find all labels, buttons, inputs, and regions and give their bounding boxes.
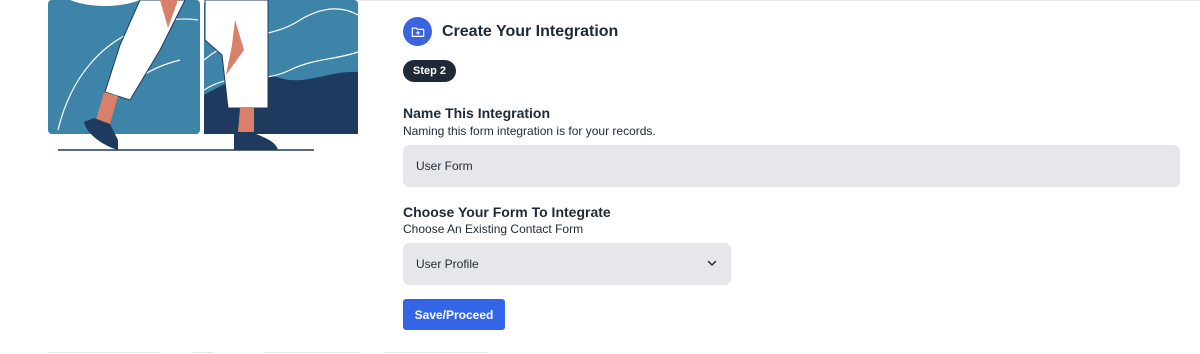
chevron-down-icon [706, 257, 718, 272]
top-divider [360, 0, 1200, 1]
form-section-help: Choose An Existing Contact Form [403, 222, 584, 236]
name-section-title: Name This Integration [403, 105, 551, 121]
footer-divider [264, 352, 360, 353]
folder-plus-icon [403, 17, 432, 46]
name-section-help: Naming this form integration is for your… [403, 124, 656, 138]
footer-divider [192, 352, 214, 353]
integration-header: Create Your Integration [403, 17, 618, 46]
footer-divider [48, 352, 160, 353]
walking-person-illustration [48, 0, 359, 151]
form-select-value: User Profile [416, 257, 479, 271]
form-section-title: Choose Your Form To Integrate [403, 204, 611, 220]
save-proceed-button[interactable]: Save/Proceed [403, 299, 505, 330]
integration-name-input[interactable] [403, 145, 1180, 187]
step-badge: Step 2 [403, 60, 457, 82]
form-select[interactable]: User Profile [403, 243, 731, 285]
footer-divider [384, 352, 488, 353]
page-title: Create Your Integration [442, 22, 619, 40]
